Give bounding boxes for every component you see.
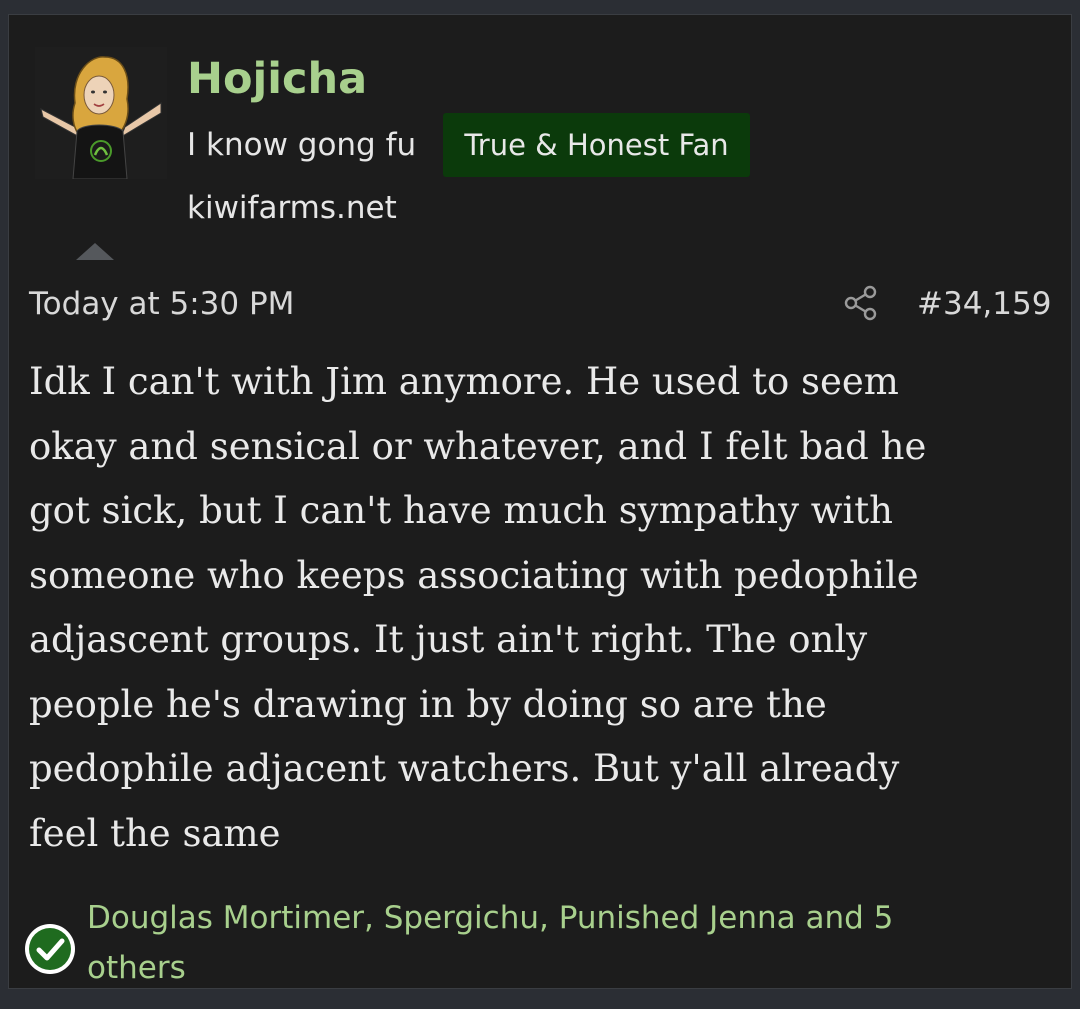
post-container: Hojicha I know gong fu True & Honest Fan… [8,14,1072,989]
collapse-arrow-icon[interactable] [76,243,114,260]
reactions-list[interactable]: Douglas Mortimer, Spergichu, Punished Je… [87,893,977,993]
post-body-line: people he's drawing in by doing so are t… [29,682,827,726]
user-badge: True & Honest Fan [443,113,750,177]
post-body-line: adjascent groups. It just ain't right. T… [29,618,868,661]
avatar[interactable] [35,47,167,179]
post-body-line: pedophile adjacent watchers. But y'all a… [29,747,900,790]
post-number-link[interactable]: #34,159 [917,283,1051,325]
post-body-line: got sick, but I can't have much sympathy… [29,489,893,532]
post-body-line: feel the same [29,811,281,855]
share-icon[interactable] [843,285,879,321]
reactions-line[interactable]: Douglas Mortimer, Spergichu, Punished Je… [87,893,977,943]
avatar-image [35,47,167,179]
username-link[interactable]: Hojicha [187,51,367,107]
post-timestamp[interactable]: Today at 5:30 PM [29,283,294,325]
post-body-line: someone who keeps associating with pedop… [29,553,919,597]
post-body-line: Idk I can't with Jim anymore. He used to… [29,360,899,403]
post-body-line: okay and sensical or whatever, and I fel… [29,424,927,468]
user-title: I know gong fu [187,127,417,163]
reactions-line[interactable]: others [87,943,977,993]
check-circle-icon [23,922,77,976]
post-body: Idk I can't with Jim anymore. He used to… [29,350,1059,866]
user-site: kiwifarms.net [187,190,397,226]
